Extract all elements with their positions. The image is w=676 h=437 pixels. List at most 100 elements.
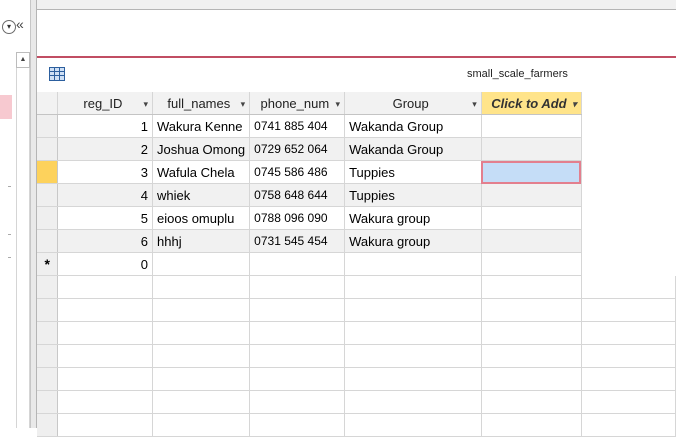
document-tab-strip [37,10,676,58]
cell-phone-num[interactable] [249,252,346,276]
empty-grid-row [37,390,676,414]
empty-space [581,160,676,184]
sort-arrow-icon[interactable]: ▾ [336,99,341,110]
table-row[interactable]: 4 whiek 0758 648 644 Tuppies [37,183,676,207]
cell-click-to-add[interactable] [481,252,582,276]
collapse-nav-icon[interactable]: « [16,16,24,32]
empty-selector [37,390,59,414]
empty-grid-row [37,298,676,322]
record-selector[interactable] [37,183,59,207]
cell-click-to-add[interactable] [481,137,582,161]
record-selector-current[interactable] [37,160,59,184]
empty-cell [57,367,153,391]
table-row[interactable]: 1 Wakura Kenne 0741 885 404 Wakanda Grou… [37,114,676,138]
cell-click-to-add[interactable] [481,114,582,138]
empty-cell [481,344,582,368]
empty-cell [581,390,676,414]
cell-reg-id[interactable]: 5 [57,206,153,230]
column-header-full-names[interactable]: full_names ▾ [152,92,251,115]
empty-cell [249,390,346,414]
cell-phone-num[interactable]: 0758 648 644 [249,183,346,207]
empty-cell [481,321,582,345]
cell-group[interactable]: Wakanda Group [344,137,482,161]
cell-full-names[interactable]: eioos omuplu [152,206,251,230]
header-empty-space [581,92,676,115]
cell-phone-num[interactable]: 0745 586 486 [249,160,346,184]
table-row[interactable]: 5 eioos omuplu 0788 096 090 Wakura group [37,206,676,230]
empty-cell [344,367,482,391]
table-row[interactable]: 2 Joshua Omong 0729 652 064 Wakanda Grou… [37,137,676,161]
nav-selected-item[interactable] [0,95,12,119]
chevron-down-icon[interactable]: ▾ [2,20,16,34]
cell-group[interactable]: Wakura group [344,229,482,253]
empty-grid-row [37,344,676,368]
empty-cell [152,344,251,368]
sort-arrow-icon[interactable]: ▾ [241,99,246,110]
empty-selector [37,321,59,345]
nav-divider [8,257,11,258]
record-selector[interactable] [37,137,59,161]
cell-click-to-add[interactable] [481,183,582,207]
sort-arrow-icon[interactable]: ▾ [472,99,477,110]
cell-full-names[interactable]: hhhj [152,229,251,253]
click-to-add-column[interactable]: Click to Add ▾ [481,92,582,115]
empty-space [581,229,676,253]
empty-cell [249,275,346,299]
cell-click-to-add[interactable] [481,206,582,230]
empty-cell [152,390,251,414]
cell-full-names[interactable]: Joshua Omong [152,137,251,161]
column-header-group[interactable]: Group ▾ [344,92,482,115]
cell-reg-id[interactable]: 1 [57,114,153,138]
sort-arrow-icon[interactable]: ▾ [572,99,577,110]
new-record-marker[interactable]: * [37,252,59,276]
cell-full-names[interactable]: whiek [152,183,251,207]
cell-click-to-add[interactable] [481,229,582,253]
cell-phone-num[interactable]: 0788 096 090 [249,206,346,230]
empty-cell [152,275,251,299]
column-header-label: phone_num [260,95,330,111]
empty-cell [344,321,482,345]
new-record-row[interactable]: * 0 [37,252,676,276]
cell-group[interactable]: Tuppies [344,183,482,207]
cell-group[interactable]: Wakura group [344,206,482,230]
column-header-label: Group [392,95,429,111]
cell-full-names[interactable]: Wakura Kenne [152,114,251,138]
empty-cell [581,321,676,345]
column-header-phone-num[interactable]: phone_num ▾ [249,92,346,115]
empty-cell [57,344,153,368]
cell-reg-id[interactable]: 0 [57,252,153,276]
cell-group[interactable]: Wakanda Group [344,114,482,138]
empty-cell [344,298,482,322]
table-row[interactable]: 6 hhhj 0731 545 454 Wakura group [37,229,676,253]
table-name-label: small_scale_farmers [467,68,568,80]
nav-scrollbar[interactable] [16,68,30,428]
cell-phone-num[interactable]: 0729 652 064 [249,137,346,161]
cell-reg-id[interactable]: 3 [57,160,153,184]
cell-reg-id[interactable]: 4 [57,183,153,207]
empty-cell [481,298,582,322]
cell-phone-num[interactable]: 0741 885 404 [249,114,346,138]
cell-full-names[interactable]: Wafula Chela [152,160,251,184]
select-all-corner[interactable] [37,92,59,115]
scroll-up-icon[interactable]: ▲ [16,52,30,68]
column-header-reg-id[interactable]: reg_ID ▾ [57,92,153,115]
cell-reg-id[interactable]: 6 [57,229,153,253]
empty-cell [249,321,346,345]
cell-group[interactable]: Tuppies [344,160,482,184]
empty-cell [57,413,153,437]
column-header-label: full_names [167,95,231,111]
record-selector[interactable] [37,229,59,253]
cell-phone-num[interactable]: 0731 545 454 [249,229,346,253]
sort-arrow-icon[interactable]: ▾ [143,99,148,110]
empty-cell [57,321,153,345]
cell-group[interactable] [344,252,482,276]
cell-reg-id[interactable]: 2 [57,137,153,161]
table-row[interactable]: 3 Wafula Chela 0745 586 486 Tuppies [37,160,676,184]
datasheet-grid: reg_ID ▾ full_names ▾ phone_num ▾ Group … [37,92,676,437]
empty-cell [481,275,582,299]
cell-full-names[interactable] [152,252,251,276]
active-cell[interactable] [481,160,582,184]
record-selector[interactable] [37,114,59,138]
table-icon [49,67,65,81]
record-selector[interactable] [37,206,59,230]
